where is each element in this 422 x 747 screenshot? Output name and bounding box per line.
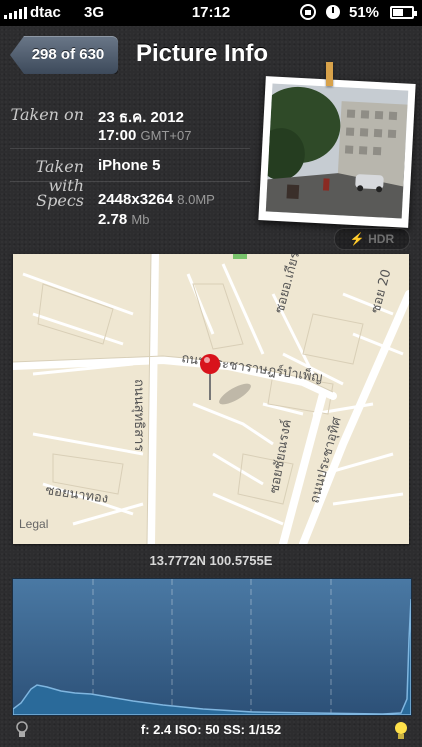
resolution: 2448x3264 <box>98 191 174 208</box>
file-size: 2.78 <box>98 211 128 228</box>
histogram-curve <box>13 598 411 715</box>
battery-percent: 51% <box>349 4 380 21</box>
back-button[interactable]: 298 of 630 <box>10 36 118 74</box>
street-photo <box>265 83 409 219</box>
divider <box>10 181 250 182</box>
map-roads-minor <box>22 263 404 526</box>
hdr-indicator: ⚡ HDR <box>334 228 410 250</box>
map-legal-link: Legal <box>19 517 48 531</box>
device-name: iPhone 5 <box>98 157 161 174</box>
street-label: ซอยนาทอง <box>44 483 109 507</box>
specs-resolution-row: 2448x3264 8.0MP <box>98 191 215 208</box>
taken-on-label: Taken on <box>10 105 84 124</box>
megapixels: 8.0MP <box>177 192 215 207</box>
taken-on-time: 17:00 <box>98 127 137 144</box>
tape-decoration <box>326 62 333 86</box>
street-label: ซอยชัยณรงค์ <box>266 418 295 494</box>
taken-on-date: 23 ธ.ค. 2012 <box>98 109 184 126</box>
taken-with-label: Taken with <box>35 157 84 195</box>
street-label: ซอย 20 <box>368 268 394 315</box>
file-size-unit: Mb <box>131 212 150 227</box>
exif-settings: f: 2.4 ISO: 50 SS: 1/152 <box>140 722 282 737</box>
histogram-grid <box>92 579 332 715</box>
taken-on-time-row: 17:00 GMT+07 <box>98 127 191 144</box>
flash-icon: ⚡ <box>349 232 365 246</box>
location-map[interactable]: ถนนประชาราษฎร์บำเพ็ญ ถนนสุทธิสาร ซอยอ.เก… <box>13 254 409 544</box>
lightbulb-on-icon <box>395 722 407 739</box>
rotation-lock-icon <box>300 4 316 20</box>
battery-icon <box>390 6 417 19</box>
alarm-icon <box>326 5 340 19</box>
timezone: GMT+07 <box>140 128 192 143</box>
specs-label: Specs <box>36 191 84 210</box>
street-label: ถนนสุทธิสาร <box>131 379 146 451</box>
photo-thumbnail[interactable] <box>258 76 416 228</box>
status-bar: dtac 3G 17:12 51% <box>0 0 422 26</box>
street-label: ซอยอ.เกียรติชัย <box>271 254 309 315</box>
map-blocks <box>37 283 364 505</box>
specs-size-row: 2.78 Mb <box>98 211 149 228</box>
gps-coordinates: 13.7772N 100.5755E <box>149 553 273 568</box>
hdr-label: HDR <box>368 232 395 246</box>
divider <box>10 148 250 149</box>
page-title: Picture Info <box>136 40 269 67</box>
exposure-histogram <box>12 578 412 716</box>
